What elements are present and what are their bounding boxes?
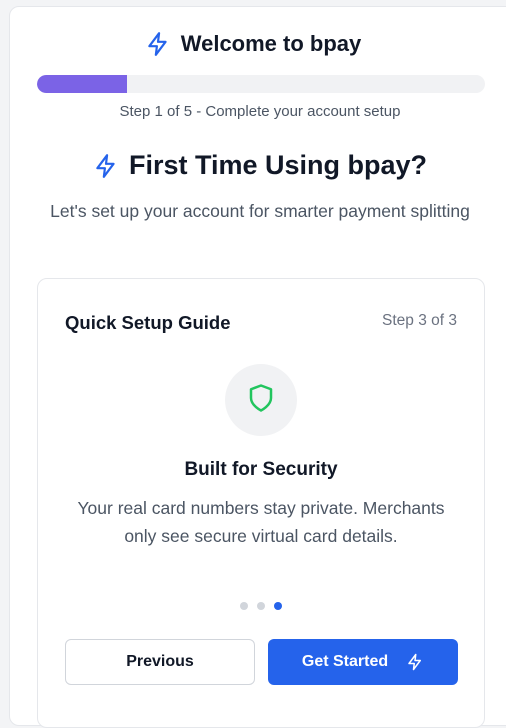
setup-progress-fill bbox=[37, 75, 127, 93]
intro-subtitle: Let's set up your account for smarter pa… bbox=[50, 201, 470, 221]
previous-button[interactable]: Previous bbox=[65, 639, 255, 685]
shield-icon bbox=[246, 383, 276, 418]
feature-description: Your real card numbers stay private. Mer… bbox=[77, 498, 445, 546]
feature-title: Built for Security bbox=[184, 459, 338, 480]
lightning-bolt-icon bbox=[93, 153, 119, 179]
setup-guide-card: Quick Setup Guide Step 3 of 3 Built for … bbox=[37, 278, 485, 728]
step-dot[interactable] bbox=[257, 602, 265, 610]
guide-title: Quick Setup Guide bbox=[65, 312, 231, 333]
lightning-bolt-icon bbox=[406, 653, 424, 671]
welcome-title: Welcome to bpay bbox=[180, 31, 362, 56]
step-dot[interactable] bbox=[240, 602, 248, 610]
get-started-button[interactable]: Get Started bbox=[268, 639, 458, 685]
lightning-bolt-icon bbox=[145, 31, 171, 57]
intro-headline: First Time Using bpay? bbox=[0, 150, 506, 181]
progress-caption: Step 1 of 5 - Complete your account setu… bbox=[119, 103, 401, 120]
setup-progress-bar bbox=[37, 75, 485, 93]
previous-button-label: Previous bbox=[126, 653, 194, 670]
welcome-header: Welcome to bpay bbox=[0, 31, 506, 57]
step-indicator-dots bbox=[38, 602, 484, 610]
feature-icon-badge bbox=[225, 364, 297, 436]
guide-step-label: Step 3 of 3 bbox=[382, 312, 457, 329]
intro-headline-text: First Time Using bpay? bbox=[128, 150, 428, 180]
get-started-button-label: Get Started bbox=[301, 653, 389, 670]
step-dot-active[interactable] bbox=[274, 602, 282, 610]
